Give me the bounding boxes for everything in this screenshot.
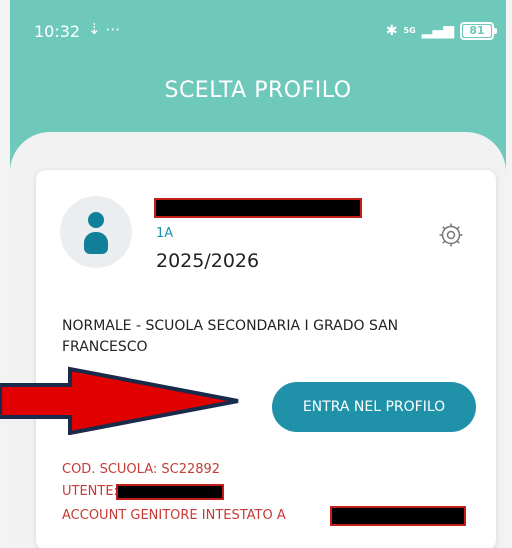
enter-profile-button[interactable]: ENTRA NEL PROFILO bbox=[272, 382, 476, 432]
app-screen: 10:32 ⇣ ⋯ ✱ 5G ▂▄▆ 81 SCELTA PROFILO 1A … bbox=[10, 0, 506, 548]
profile-class: 1A bbox=[156, 226, 174, 241]
battery-level: 81 bbox=[469, 24, 485, 37]
school-name: NORMALE - SCUOLA SECONDARIA I GRADO SAN … bbox=[62, 318, 399, 355]
battery-icon: 81 bbox=[460, 22, 497, 40]
school-code: COD. SCUOLA: SC22892 bbox=[62, 462, 221, 477]
user-label: UTENTE: bbox=[62, 484, 118, 499]
avatar bbox=[60, 196, 132, 268]
gear-icon[interactable] bbox=[438, 222, 464, 248]
profile-year: 2025/2026 bbox=[156, 250, 260, 272]
account-owner-label: ACCOUNT GENITORE INTESTATO A bbox=[62, 508, 286, 523]
status-bar: 10:32 ⇣ ⋯ ✱ 5G ▂▄▆ 81 bbox=[10, 20, 506, 46]
page-title: SCELTA PROFILO bbox=[164, 78, 352, 103]
status-time: 10:32 bbox=[34, 22, 81, 41]
network-label: 5G bbox=[403, 26, 416, 35]
redacted-account-owner bbox=[330, 506, 466, 526]
annotation-arrow bbox=[0, 366, 239, 435]
person-icon bbox=[88, 212, 104, 228]
bluetooth-icon: ✱ bbox=[385, 23, 398, 39]
redacted-student-name bbox=[154, 198, 362, 218]
notification-icons: ⇣ ⋯ bbox=[88, 20, 121, 38]
person-icon-body bbox=[84, 232, 108, 254]
redacted-user bbox=[116, 484, 224, 500]
profile-card: 1A 2025/2026 NORMALE - SCUOLA SECONDARIA… bbox=[36, 170, 496, 548]
signal-icon: ▂▄▆ bbox=[421, 23, 454, 39]
status-icons: ✱ 5G ▂▄▆ 81 bbox=[385, 22, 497, 40]
